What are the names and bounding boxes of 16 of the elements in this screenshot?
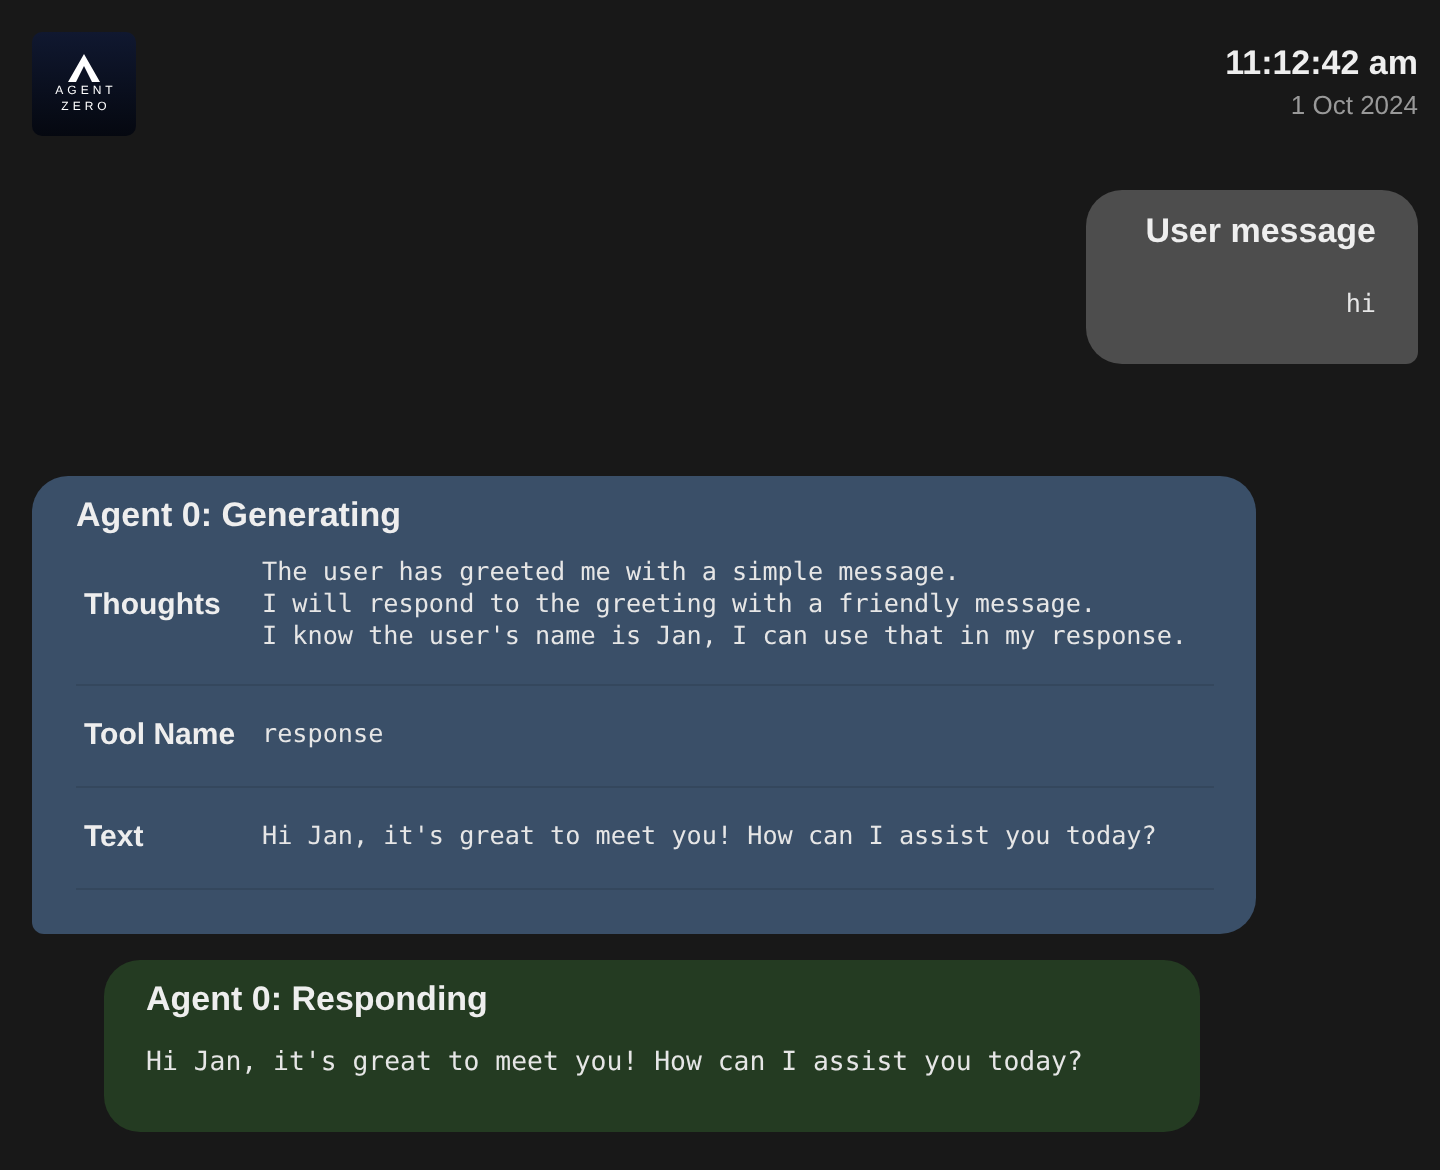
field-value: I will respond to the greeting with a friendly message. <box>262 588 1099 620</box>
message-heading: User message <box>1145 212 1376 252</box>
message-heading: Agent 0: Responding <box>146 980 488 1020</box>
field-value: Hi Jan, it's great to meet you! How can I assist you today? <box>262 820 1157 852</box>
field-value: The user has greeted me with a simple message. <box>262 556 962 588</box>
message-date: 1 Oct 2024 <box>1290 90 1418 120</box>
message-heading: Agent 0: Generating <box>76 496 401 536</box>
field-label: Tool Name <box>84 717 238 751</box>
field-label: Thoughts <box>84 587 223 621</box>
message-text: Hi Jan, it's great to meet you! How can I assist you today? <box>146 1048 1085 1078</box>
triangle-icon <box>68 53 100 81</box>
field-label: Text <box>84 819 146 853</box>
field-value: I know the user's name is Jan, I can use that in my response. <box>262 620 1188 652</box>
message-text: hi <box>1345 288 1376 318</box>
field-value: response <box>262 718 384 750</box>
message-time: 11:12:42 am <box>1225 44 1418 84</box>
